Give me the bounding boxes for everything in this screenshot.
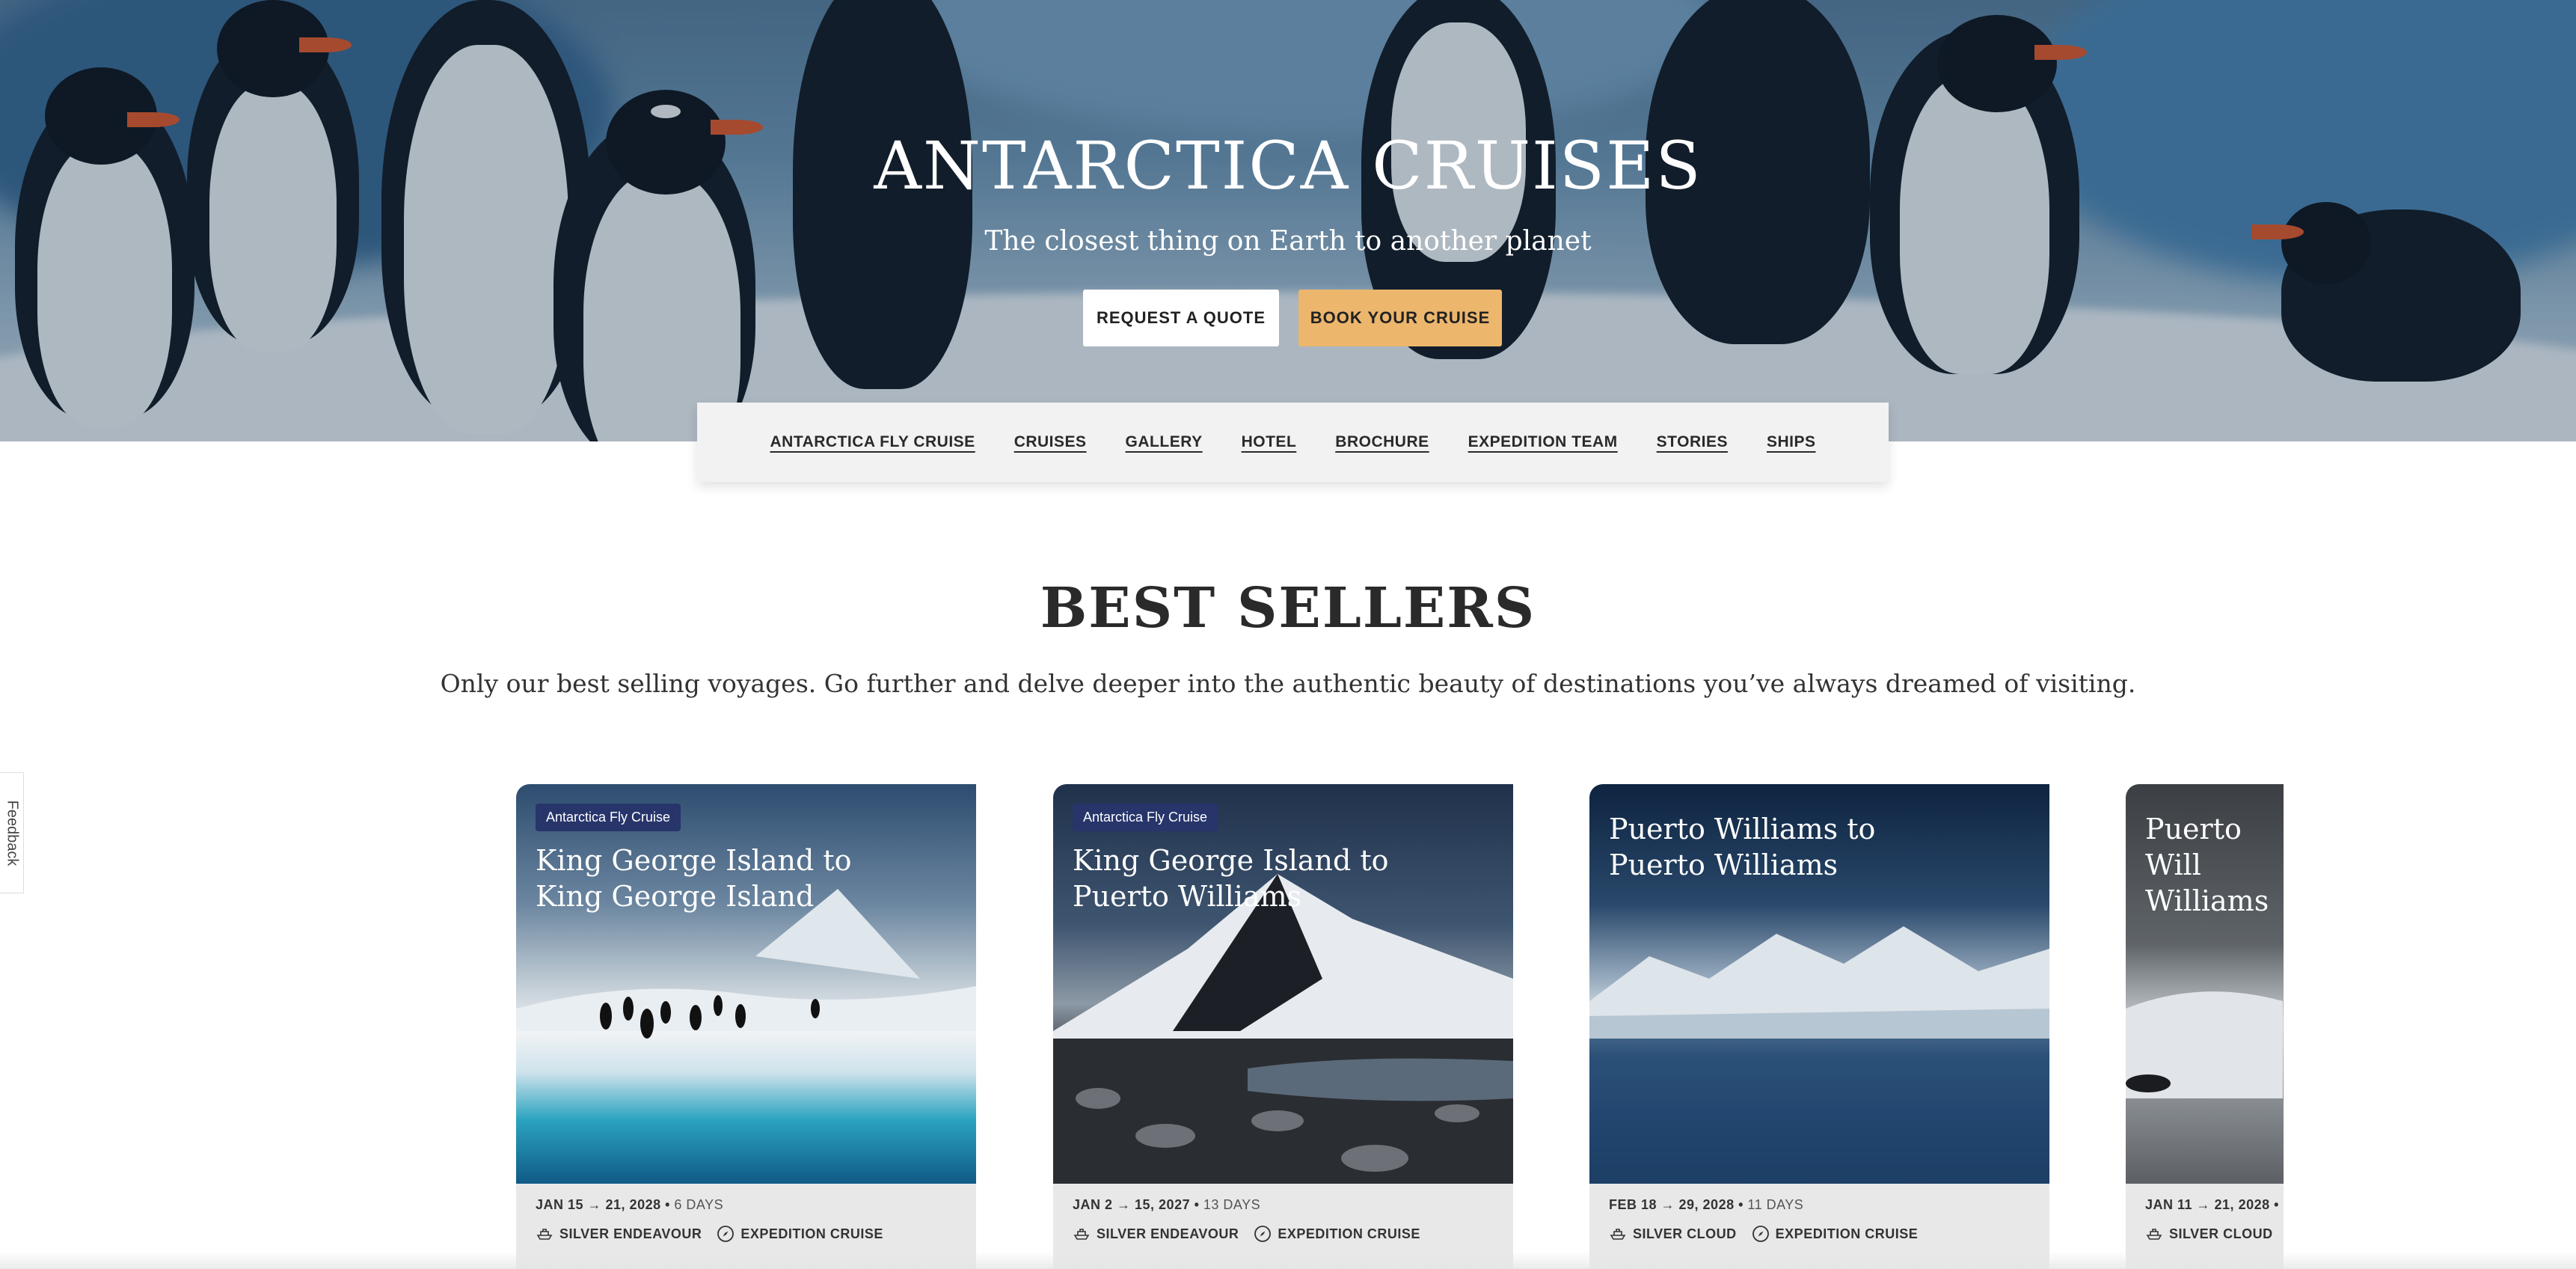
bottom-shadow — [0, 1251, 2576, 1269]
cruise-photo: Puerto Williams to Puerto Williams — [1589, 784, 2049, 1184]
cruise-dates: FEB 18 → 29, 2028 • 11 DAYS — [1609, 1197, 1804, 1212]
hero-subtitle: The closest thing on Earth to another pl… — [984, 226, 1592, 257]
ship-icon — [1073, 1225, 1091, 1243]
cruise-dates: JAN 15 → 21, 2028 • 6 DAYS — [536, 1197, 724, 1212]
section-nav: ANTARCTICA FLY CRUISE CRUISES GALLERY HO… — [697, 403, 1889, 482]
cruise-dates: JAN 11 → 21, 2028 • — [2145, 1197, 2279, 1212]
cruise-type: EXPEDITION CRUISE — [1278, 1226, 1420, 1241]
nav-link-gallery[interactable]: GALLERY — [1126, 433, 1203, 451]
cruise-dates: JAN 2 → 15, 2027 • 13 DAYS — [1073, 1197, 1261, 1212]
cruise-title: King George Island to Puerto Williams — [1073, 844, 1389, 913]
ship-icon — [536, 1225, 553, 1243]
cruise-duration: 11 DAYS — [1747, 1197, 1804, 1212]
nav-link-expedition-team[interactable]: EXPEDITION TEAM — [1468, 433, 1618, 451]
request-quote-button[interactable]: REQUEST A QUOTE — [1083, 290, 1279, 346]
cruise-duration: 13 DAYS — [1203, 1197, 1261, 1212]
cruise-ship: SILVER CLOUD — [1633, 1226, 1737, 1241]
cruise-ship: SILVER ENDEAVOUR — [559, 1226, 702, 1241]
hero-banner: ANTARCTICA CRUISES The closest thing on … — [0, 0, 2576, 441]
cruise-photo: Antarctica Fly Cruise King George Island… — [1053, 784, 1513, 1184]
nav-link-stories[interactable]: STORIES — [1657, 433, 1728, 451]
cruise-duration: 6 DAYS — [674, 1197, 724, 1212]
nav-link-antarctica-fly-cruise[interactable]: ANTARCTICA FLY CRUISE — [770, 433, 975, 451]
ship-icon — [2145, 1225, 2163, 1243]
page-title: ANTARCTICA CRUISES — [874, 127, 1702, 204]
best-sellers-subtitle: Only our best selling voyages. Go furthe… — [440, 669, 2136, 698]
nav-link-brochure[interactable]: BROCHURE — [1335, 433, 1429, 451]
cruise-ship: SILVER CLOUD — [2169, 1226, 2273, 1241]
cruise-title: King George Island to King George Island — [536, 844, 852, 913]
nav-link-ships[interactable]: SHIPS — [1767, 433, 1816, 451]
best-sellers-title: BEST SELLERS — [1040, 576, 1536, 640]
cruise-photo: Puerto Will Williams — [2126, 784, 2284, 1184]
feedback-label: Feedback — [4, 800, 20, 866]
ship-icon — [1609, 1225, 1627, 1243]
cruise-type: EXPEDITION CRUISE — [1775, 1226, 1919, 1241]
cruise-photo: Antarctica Fly Cruise King George Island… — [516, 784, 976, 1184]
book-cruise-button[interactable]: BOOK YOUR CRUISE — [1298, 290, 1502, 346]
cruise-tag: Antarctica Fly Cruise — [536, 804, 681, 831]
cruise-card[interactable]: Antarctica Fly Cruise King George Island… — [1053, 784, 1513, 1269]
cruise-type: EXPEDITION CRUISE — [740, 1226, 883, 1241]
compass-icon — [1752, 1225, 1770, 1243]
cruise-card[interactable]: Puerto Will Williams JAN 11 → 21, 2028 •… — [2126, 784, 2284, 1269]
cruise-title: Puerto Williams to Puerto Williams — [1609, 813, 1876, 881]
nav-link-cruises[interactable]: CRUISES — [1014, 433, 1087, 451]
cruise-tag: Antarctica Fly Cruise — [1073, 804, 1218, 831]
cruise-ship: SILVER ENDEAVOUR — [1097, 1226, 1239, 1241]
feedback-tab[interactable]: Feedback — [0, 772, 24, 893]
cruise-title: Puerto Will Williams — [2145, 813, 2269, 917]
compass-icon — [1254, 1225, 1272, 1243]
cruise-card[interactable]: Puerto Williams to Puerto Williams FEB 1… — [1589, 784, 2049, 1269]
nav-link-hotel[interactable]: HOTEL — [1242, 433, 1297, 451]
compass-icon — [717, 1225, 735, 1243]
cruise-card[interactable]: Antarctica Fly Cruise King George Island… — [516, 784, 976, 1269]
best-sellers-carousel: Antarctica Fly Cruise King George Island… — [516, 784, 2284, 1269]
